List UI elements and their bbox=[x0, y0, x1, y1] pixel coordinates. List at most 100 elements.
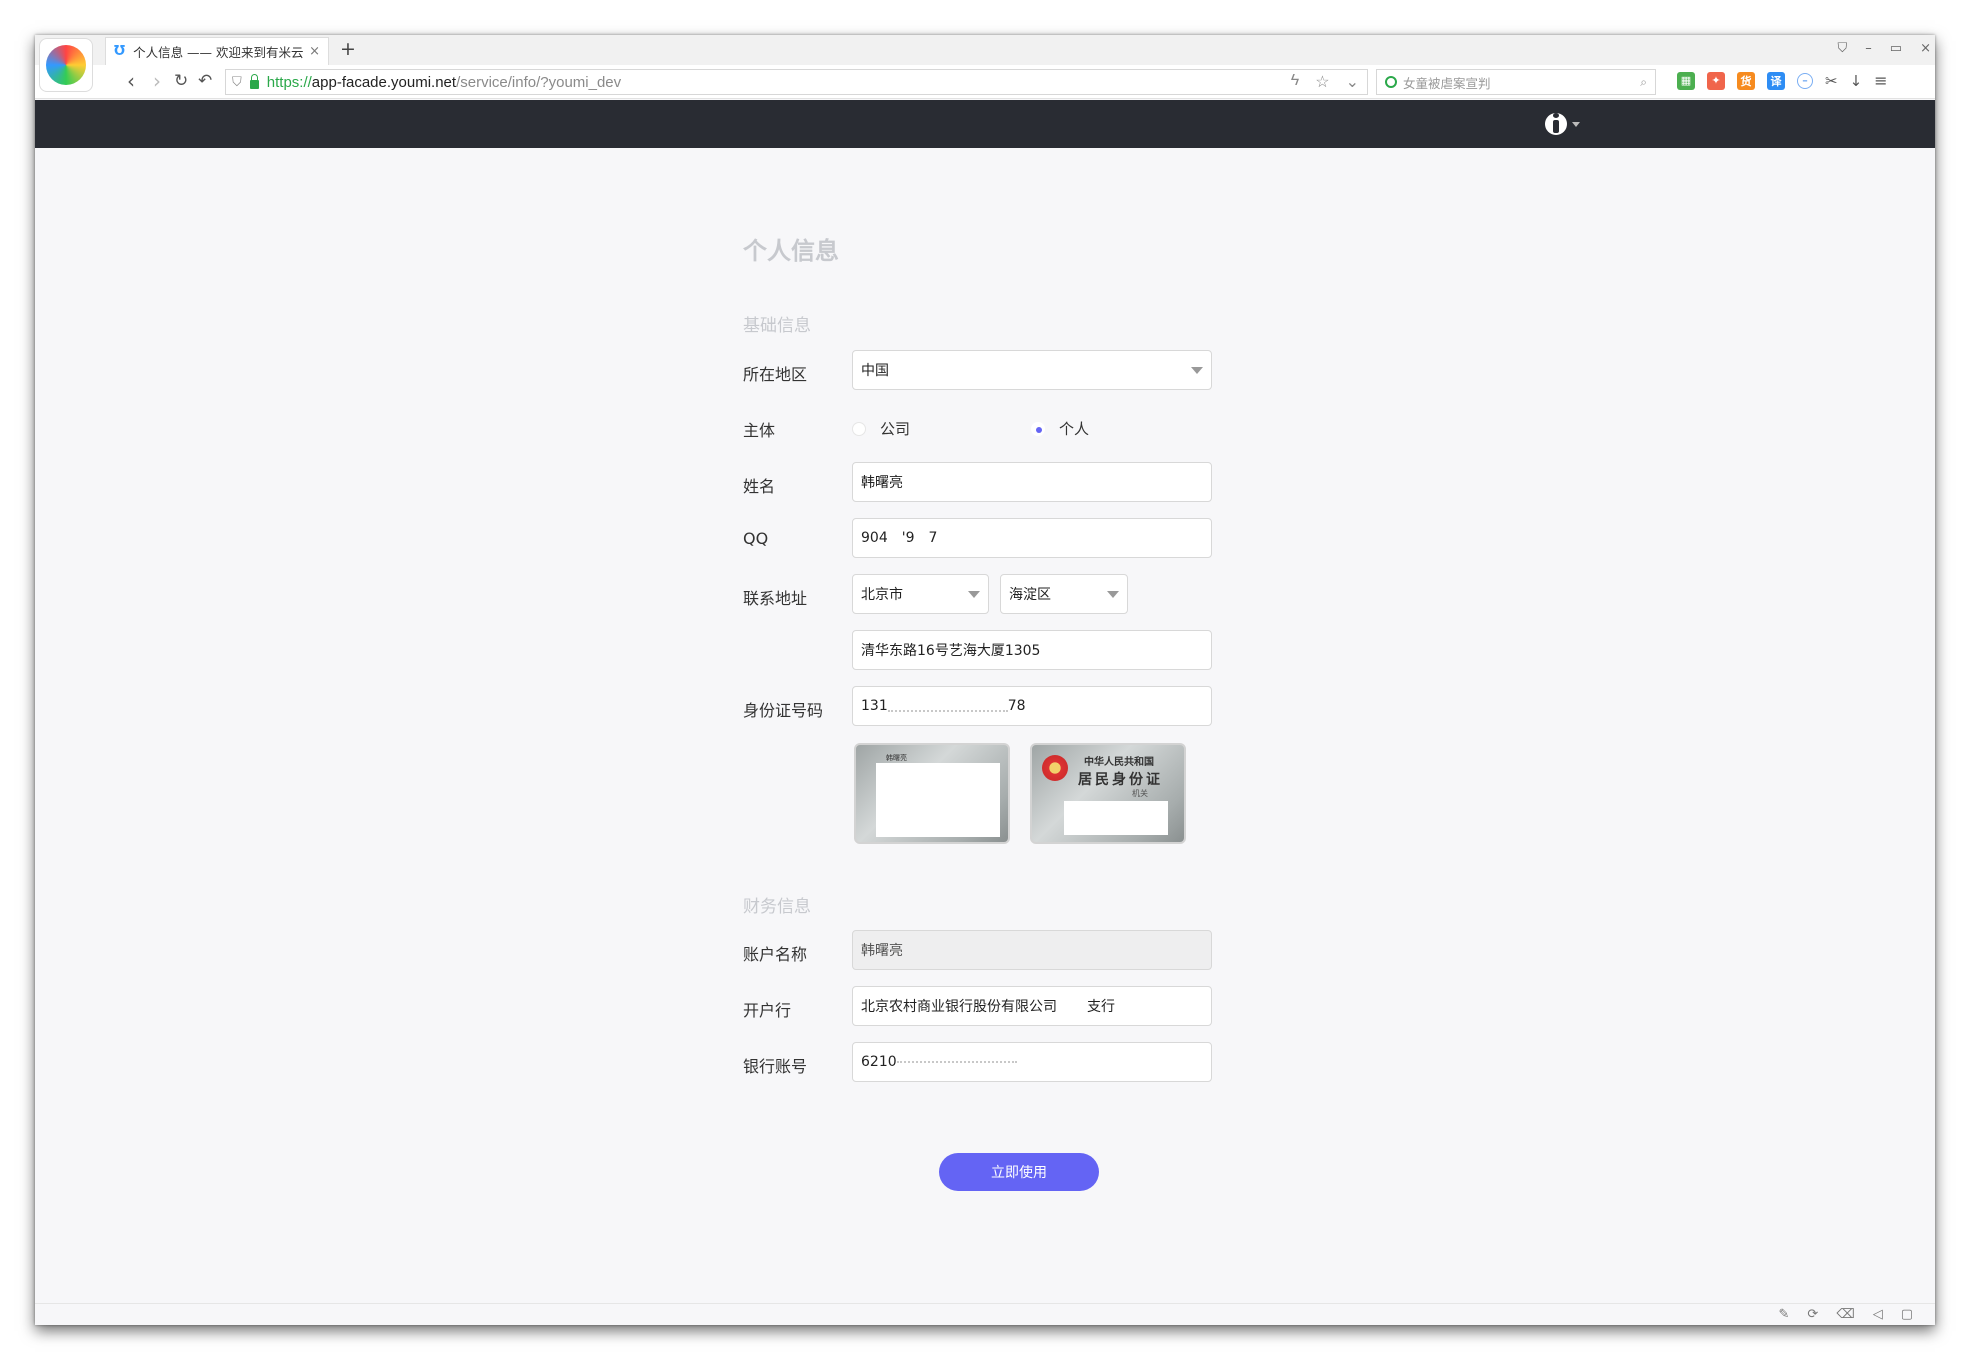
chevron-down-icon bbox=[1107, 590, 1119, 598]
id-number-mask bbox=[887, 700, 1008, 712]
id-number-suffix: 78 bbox=[1007, 698, 1026, 714]
undo-close-icon[interactable]: ↶ bbox=[198, 71, 212, 91]
sound-icon[interactable]: ◁ bbox=[1873, 1307, 1883, 1322]
address-label: 联系地址 bbox=[743, 589, 808, 608]
shield-icon: ⛉ bbox=[232, 74, 242, 89]
address-bar-actions: ϟ ☆ ⌄ bbox=[1291, 72, 1359, 92]
id-card-front-image[interactable]: 韩曙亮 bbox=[854, 743, 1010, 844]
search-input[interactable]: 女童被虐案宣判 ⌕ bbox=[1376, 69, 1656, 95]
bank-label: 开户行 bbox=[743, 1001, 792, 1020]
pin-icon[interactable]: ✎ bbox=[1779, 1307, 1790, 1322]
bank-account-input[interactable]: 6210 bbox=[852, 1042, 1212, 1082]
name-input[interactable]: 韩曙亮 bbox=[852, 462, 1212, 502]
download-icon[interactable]: ↓ bbox=[1850, 72, 1863, 90]
account-name-value: 韩曙亮 bbox=[861, 943, 903, 959]
scissors-icon[interactable]: ✂ bbox=[1825, 72, 1838, 90]
id-card-front-corner: 韩曙亮 bbox=[886, 754, 907, 762]
tab-close-icon[interactable]: × bbox=[309, 44, 320, 59]
bank-value-tail: 支行 bbox=[1087, 999, 1115, 1015]
chevron-down-icon bbox=[1191, 366, 1203, 374]
id-card-back-redaction bbox=[1064, 801, 1168, 835]
site-header bbox=[35, 100, 1935, 148]
id-card-back-header: 中华人民共和国 bbox=[1084, 757, 1154, 768]
bank-input[interactable]: 北京农村商业银行股份有限公司 支行 bbox=[852, 986, 1212, 1026]
bank-value-main: 北京农村商业银行股份有限公司 bbox=[861, 999, 1057, 1015]
game-icon[interactable]: ✦ bbox=[1707, 71, 1725, 90]
browser-window: Ʊ 个人信息 —— 欢迎来到有米云 × + ⛉ – ▭ × ‹ › ↻ ↶ ⛉ … bbox=[35, 35, 1935, 1325]
radio-company-label: 公司 bbox=[880, 420, 911, 438]
id-card-back-image[interactable]: 中华人民共和国 居民身份证 机关 bbox=[1030, 743, 1186, 844]
radio-individual[interactable]: 个人 bbox=[1031, 418, 1089, 439]
national-emblem-icon bbox=[1042, 755, 1068, 781]
id-card-front-redaction bbox=[876, 763, 1000, 837]
radio-company-circle[interactable] bbox=[852, 421, 866, 436]
entity-label: 主体 bbox=[743, 421, 776, 440]
chevron-down-icon bbox=[968, 590, 980, 598]
id-number-label: 身份证号码 bbox=[743, 701, 824, 720]
apps-icon[interactable]: ▦ bbox=[1677, 71, 1695, 90]
submit-button[interactable]: 立即使用 bbox=[939, 1153, 1099, 1191]
reload-icon[interactable]: ↻ bbox=[174, 71, 188, 91]
browser-logo[interactable] bbox=[39, 38, 93, 92]
name-label: 姓名 bbox=[743, 477, 776, 496]
lightning-icon[interactable]: ϟ bbox=[1291, 72, 1299, 92]
menu-icon[interactable]: ≡ bbox=[1874, 71, 1887, 90]
region-label: 所在地区 bbox=[743, 365, 808, 384]
region-value: 中国 bbox=[861, 363, 889, 379]
bank-account-label: 银行账号 bbox=[743, 1057, 808, 1076]
address-bar[interactable]: ⛉ https:// app-facade.youmi.net /service… bbox=[225, 69, 1368, 95]
youmi-tab-icon: Ʊ bbox=[114, 44, 126, 59]
search-placeholder: 女童被虐案宣判 bbox=[1403, 75, 1491, 91]
trash-icon[interactable]: ⌫ bbox=[1836, 1307, 1854, 1322]
url-scheme: https:// bbox=[266, 73, 312, 91]
new-tab-button[interactable]: + bbox=[340, 38, 356, 60]
window-icon[interactable]: ▢ bbox=[1901, 1307, 1913, 1322]
maximize-icon[interactable]: ▭ bbox=[1890, 41, 1902, 56]
window-controls: ⛉ – ▭ × bbox=[1838, 41, 1931, 56]
browser-logo-icon bbox=[46, 45, 86, 85]
search-icon[interactable]: ⌕ bbox=[1640, 75, 1647, 90]
section-finance-info: 财务信息 bbox=[743, 897, 811, 917]
qq-value-part1: 904 bbox=[861, 530, 888, 546]
region-select[interactable]: 中国 bbox=[852, 350, 1212, 390]
city-select[interactable]: 北京市 bbox=[852, 574, 989, 614]
status-bar: ✎ ⟳ ⌫ ◁ ▢ bbox=[35, 1303, 1935, 1325]
url-path: /service/info/?youmi_dev bbox=[456, 73, 622, 91]
shopping-icon[interactable]: 货 bbox=[1737, 71, 1755, 90]
radio-company[interactable]: 公司 bbox=[852, 418, 910, 439]
qq-value-part2: '9 bbox=[901, 530, 915, 546]
minimize-icon[interactable]: – bbox=[1865, 41, 1872, 56]
url-host: app-facade.youmi.net bbox=[311, 73, 457, 91]
navigation-bar: ‹ › ↻ ↶ ⛉ https:// app-facade.youmi.net … bbox=[35, 65, 1935, 99]
name-value: 韩曙亮 bbox=[861, 475, 903, 491]
id-number-input[interactable]: 131 78 bbox=[852, 686, 1212, 726]
page-title: 个人信息 bbox=[743, 237, 839, 265]
qq-value-part3: 7 bbox=[928, 530, 938, 546]
id-number-prefix: 131 bbox=[861, 698, 888, 714]
address-detail-value: 清华东路16号艺海大厦1305 bbox=[861, 643, 1041, 659]
status-bar-icons: ✎ ⟳ ⌫ ◁ ▢ bbox=[1779, 1307, 1914, 1322]
radio-individual-circle[interactable] bbox=[1031, 421, 1045, 436]
user-info-icon[interactable] bbox=[1545, 112, 1567, 135]
lock-icon bbox=[249, 73, 259, 89]
section-basic-info: 基础信息 bbox=[743, 316, 811, 336]
district-select[interactable]: 海淀区 bbox=[1000, 574, 1128, 614]
back-icon[interactable]: ‹ bbox=[127, 69, 135, 93]
adblock-icon[interactable]: – bbox=[1797, 72, 1813, 89]
dropdown-icon[interactable]: ⌄ bbox=[1346, 72, 1359, 92]
forward-icon[interactable]: › bbox=[153, 69, 161, 93]
star-icon[interactable]: ☆ bbox=[1315, 72, 1329, 92]
bank-account-mask bbox=[896, 1055, 1017, 1063]
skin-icon[interactable]: ⛉ bbox=[1838, 41, 1848, 56]
address-detail-input[interactable]: 清华东路16号艺海大厦1305 bbox=[852, 630, 1212, 670]
account-name-label: 账户名称 bbox=[743, 945, 808, 964]
qq-label: QQ bbox=[743, 529, 769, 548]
tab-active[interactable]: Ʊ 个人信息 —— 欢迎来到有米云 × bbox=[105, 37, 329, 65]
refresh-icon[interactable]: ⟳ bbox=[1807, 1307, 1818, 1322]
close-window-icon[interactable]: × bbox=[1920, 41, 1931, 56]
chevron-down-icon[interactable] bbox=[1572, 122, 1580, 127]
translate-icon[interactable]: 译 bbox=[1767, 71, 1785, 90]
qq-input[interactable]: 904 '9 7 bbox=[852, 518, 1212, 558]
account-name-input[interactable]: 韩曙亮 bbox=[852, 930, 1212, 970]
city-value: 北京市 bbox=[861, 587, 903, 603]
